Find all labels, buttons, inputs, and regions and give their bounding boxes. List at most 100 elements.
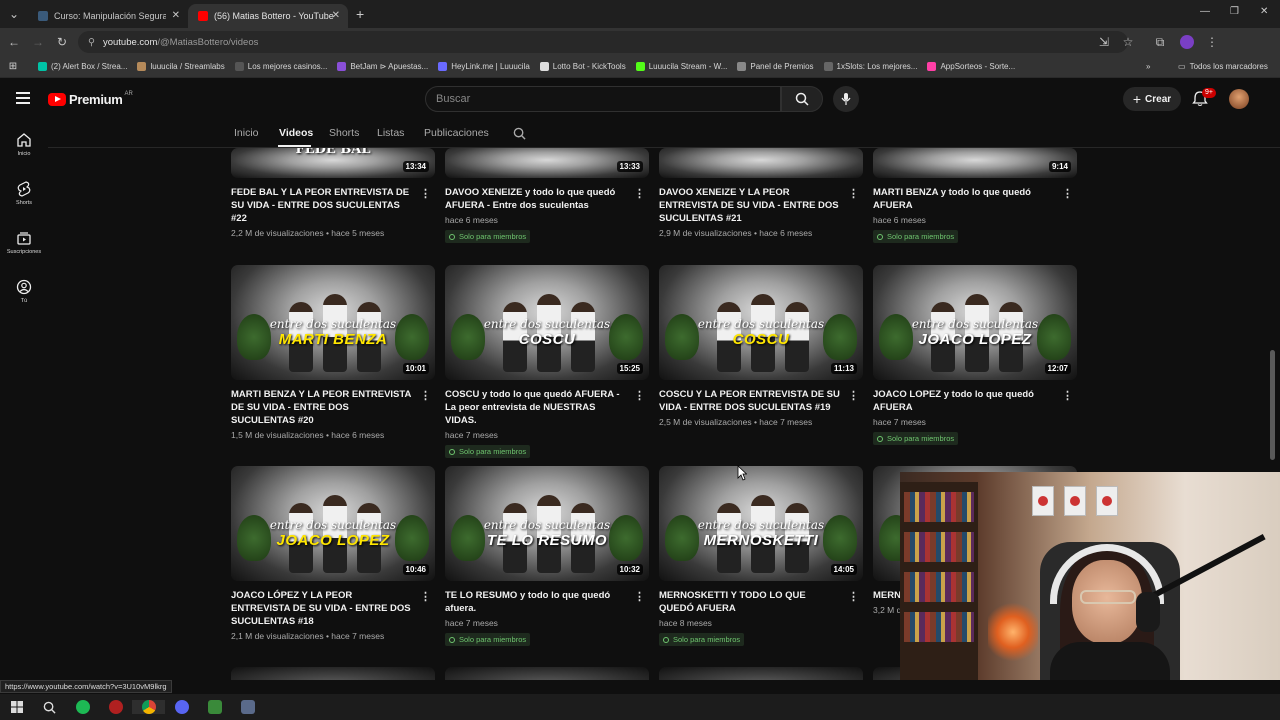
close-tab-icon[interactable]: ✕ [172,10,180,21]
browser-menu-icon[interactable]: ⋮ [1200,35,1224,49]
taskbar-app[interactable] [99,700,132,714]
tab-search-chevron-icon[interactable]: ⌄ [0,7,28,21]
video-thumbnail[interactable]: entre dos suculentas JOACO LOPEZ 12:07 [873,265,1077,380]
all-bookmarks-folder[interactable]: ▭ Todos los marcadores [1178,62,1268,71]
start-button[interactable] [0,701,33,713]
video-thumbnail[interactable]: FEDE BAL 13:34 [231,148,435,178]
tab-inicio[interactable]: Inicio [234,127,259,139]
browser-tab[interactable]: Curso: Manipulación Segura de ✕ [28,4,188,28]
bookmark-item[interactable]: 1xSlots: Los mejores... [823,62,917,71]
restore-icon[interactable]: ❐ [1230,6,1239,17]
video-title[interactable]: TE LO RESUMO y todo lo que quedó afuera. [445,589,649,615]
more-actions-icon[interactable]: ⋮ [420,187,431,200]
channel-search-icon[interactable] [513,127,526,140]
video-thumbnail[interactable]: entre dos suculentas MERNOSKETTI 14:05 [659,466,863,581]
video-title[interactable]: MARTI BENZA y todo lo que quedó AFUERA [873,186,1077,212]
video-card[interactable]: entre dos suculentas COSCU 11:13 COSCU Y LA… [659,265,863,427]
bookmark-item[interactable]: Panel de Premios [737,62,814,71]
video-title[interactable]: DAVOO XENEIZE y todo lo que quedó AFUERA… [445,186,649,212]
video-title[interactable]: JOACO LÓPEZ Y LA PEOR ENTREVISTA DE SU V… [231,589,435,628]
video-title[interactable]: JOACO LOPEZ y todo lo que quedó AFUERA [873,388,1077,414]
more-actions-icon[interactable]: ⋮ [420,590,431,603]
video-card[interactable]: entre dos suculentas JOACO LOPEZ 12:07 JOAC… [873,265,1077,447]
search-button[interactable] [781,86,823,112]
video-card[interactable]: DAVOO XENEIZE Y LA PEOR ENTREVISTA DE SU… [659,148,863,238]
close-window-icon[interactable]: ✕ [1260,6,1268,17]
more-actions-icon[interactable]: ⋮ [634,389,645,402]
video-card[interactable]: 13:33 DAVOO XENEIZE y todo lo que quedó A… [445,148,649,245]
taskbar-calculator[interactable] [231,700,264,714]
video-thumbnail[interactable]: entre dos suculentas JOACO LOPEZ 10:46 [231,466,435,581]
video-card[interactable]: 9:14 MARTI BENZA y todo lo que quedó AFUE… [873,148,1077,245]
more-actions-icon[interactable]: ⋮ [634,590,645,603]
more-actions-icon[interactable]: ⋮ [848,590,859,603]
more-actions-icon[interactable]: ⋮ [1062,187,1073,200]
bookmark-item[interactable]: HeyLink.me | Luuucila [438,62,530,71]
extensions-icon[interactable]: ⧉ [1148,35,1172,50]
video-thumbnail[interactable]: entre dos suculentas TE LO RESUMO 10:32 [445,466,649,581]
video-thumbnail[interactable]: entre dos suculentas COSCU 11:13 [659,265,863,380]
reload-icon[interactable]: ↻ [50,35,74,49]
video-title[interactable]: FEDE BAL Y LA PEOR ENTREVISTA DE SU VIDA… [231,186,435,225]
video-thumbnail[interactable] [659,667,863,680]
bookmark-star-icon[interactable]: ☆ [1116,35,1140,49]
youtube-premium-logo[interactable]: Premium AR [48,91,133,107]
browser-tab-active[interactable]: (56) Matias Bottero - YouTube ✕ [188,4,348,28]
video-title[interactable]: MERNOSKETTI Y TODO LO QUE QUEDÓ AFUERA [659,589,863,615]
bookmark-item[interactable]: BetJam ⊳ Apuestas... [337,62,428,71]
video-thumbnail[interactable] [231,667,435,680]
taskbar-spotify[interactable] [66,700,99,714]
tab-publicaciones[interactable]: Publicaciones [424,127,489,139]
minimize-icon[interactable]: — [1200,6,1210,17]
forward-icon[interactable]: → [26,35,50,49]
video-card[interactable]: entre dos suculentas COSCU 15:25 COSCU y to… [445,265,649,460]
taskbar-game[interactable] [198,700,231,714]
tab-videos[interactable]: Videos [279,127,313,139]
address-bar[interactable]: ⚲ youtube.com/@MatiasBottero/videos [78,31,1128,53]
account-avatar[interactable] [1229,89,1249,109]
voice-search-button[interactable] [833,86,859,112]
more-bookmarks-icon[interactable]: » [1146,62,1150,71]
bookmark-item[interactable]: AppSorteos - Sorte... [927,62,1015,71]
more-actions-icon[interactable]: ⋮ [848,187,859,200]
search-input[interactable]: Buscar [425,86,781,112]
video-card[interactable]: entre dos suculentas MERNOSKETTI 14:05 MERN… [659,466,863,648]
site-info-icon[interactable]: ⚲ [88,37,95,48]
create-button[interactable]: + Crear [1123,87,1181,111]
tab-shorts[interactable]: Shorts [329,127,359,139]
bookmark-item[interactable]: Luuucila Stream - W... [635,62,727,71]
more-actions-icon[interactable]: ⋮ [848,389,859,402]
bookmark-item[interactable]: (2) Alert Box / Strea... [38,62,127,71]
video-card[interactable]: entre dos suculentas JOACO LOPEZ 10:46 JOAC… [231,466,435,641]
more-actions-icon[interactable]: ⋮ [420,389,431,402]
taskbar-chrome[interactable] [132,700,165,714]
video-thumbnail[interactable]: 13:33 [445,148,649,178]
video-card[interactable]: entre dos suculentas TE LO RESUMO 10:32 TE … [445,466,649,648]
bookmark-item[interactable]: luuucila / Streamlabs [137,62,225,71]
tab-listas[interactable]: Listas [377,127,404,139]
profile-avatar[interactable] [1180,35,1194,49]
bookmark-item[interactable]: Los mejores casinos... [234,62,327,71]
bookmark-item[interactable]: Lotto Bot - KickTools [539,62,626,71]
video-card[interactable]: FEDE BAL 13:34 FEDE BAL Y LA PEOR ENTREVIS… [231,148,435,238]
new-tab-icon[interactable]: + [356,6,364,22]
video-thumbnail[interactable]: entre dos suculentas MARTI BENZA 10:01 [231,265,435,380]
video-title[interactable]: COSCU Y LA PEOR ENTREVISTA DE SU VIDA - … [659,388,863,414]
video-thumbnail[interactable] [445,667,649,680]
video-card[interactable]: entre dos suculentas MARTI BENZA 10:01 MART… [231,265,435,440]
menu-hamburger-icon[interactable] [16,92,30,104]
back-icon[interactable]: ← [2,35,26,49]
video-title[interactable]: COSCU y todo lo que quedó AFUERA - La pe… [445,388,649,427]
more-actions-icon[interactable]: ⋮ [634,187,645,200]
video-thumbnail[interactable]: 9:14 [873,148,1077,178]
taskbar-search[interactable] [33,701,66,714]
video-thumbnail[interactable] [659,148,863,178]
taskbar-discord[interactable] [165,700,198,714]
video-thumbnail[interactable]: entre dos suculentas COSCU 15:25 [445,265,649,380]
page-scrollbar[interactable] [1270,350,1275,460]
apps-grid-icon[interactable]: ⊞ [0,61,26,72]
video-title[interactable]: MARTI BENZA Y LA PEOR ENTREVISTA DE SU V… [231,388,435,427]
close-tab-icon[interactable]: ✕ [332,10,340,21]
install-icon[interactable]: ⇲ [1092,35,1116,49]
video-title[interactable]: DAVOO XENEIZE Y LA PEOR ENTREVISTA DE SU… [659,186,863,225]
